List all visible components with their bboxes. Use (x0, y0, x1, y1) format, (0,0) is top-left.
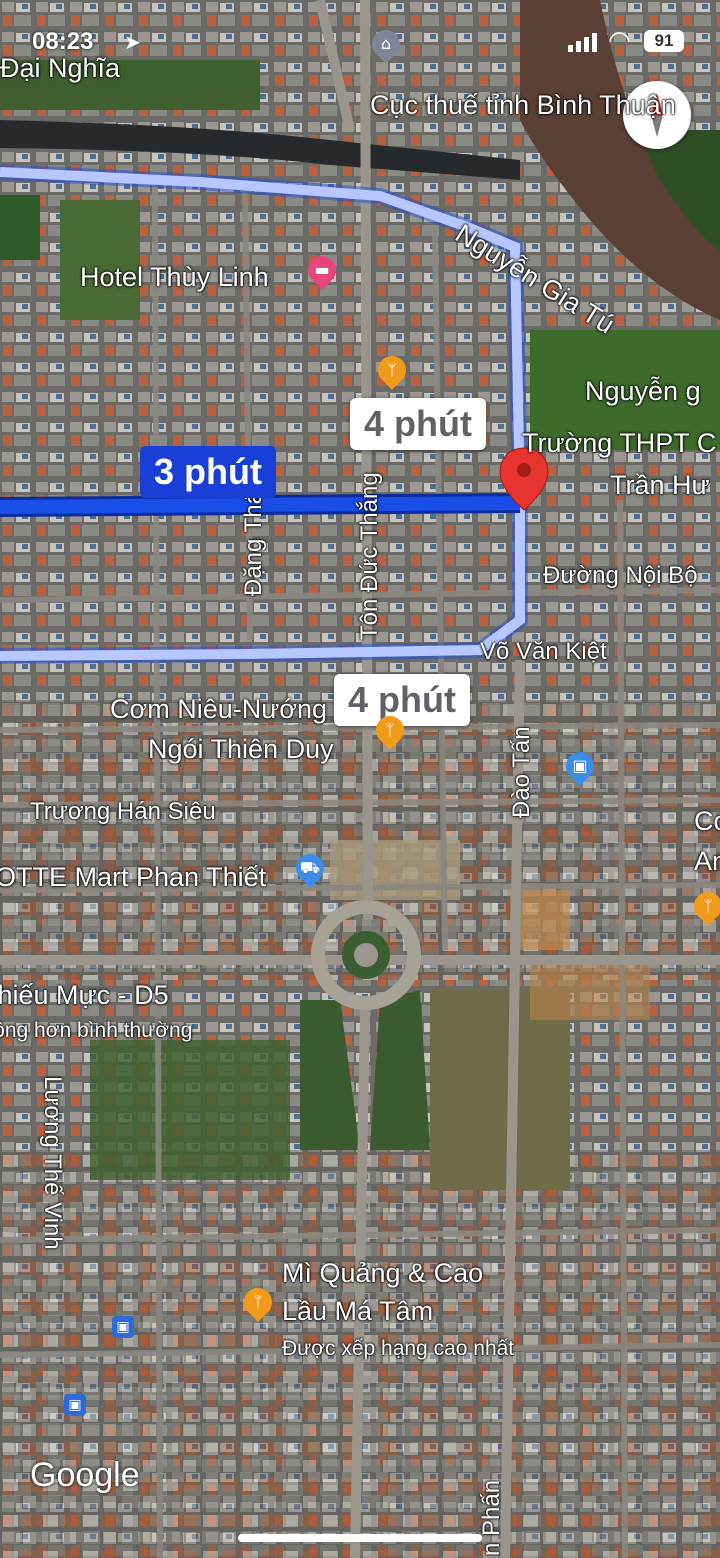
label-truong-thpt[interactable]: Trường THPT C (522, 430, 716, 457)
label-com-nieu-2[interactable]: Ngói Thiên Duy (148, 736, 334, 763)
shopping-poi-icon[interactable]: ▣ (560, 746, 600, 786)
label-ton-duc-thang: Tôn Đức Thắng (356, 472, 383, 640)
label-lotte-mart[interactable]: LOTTE Mart Phan Thiết (0, 864, 266, 891)
label-c-an-2[interactable]: An (694, 848, 720, 875)
label-mi-quang-sub: Được xếp hạng cao nhất (282, 1337, 515, 1360)
label-duong-noi-bo: Đường Nội Bộ (543, 562, 698, 589)
label-vo-van-kiet: Võ Văn Kiệt (480, 638, 607, 665)
label-mi-quang-1[interactable]: Mì Quảng & Cao (282, 1260, 483, 1287)
label-hotel-thuy-linh[interactable]: Hotel Thùy Linh (80, 264, 269, 291)
battery-icon: 91 (644, 30, 684, 52)
restaurant-poi-icon[interactable]: ᛘ (370, 710, 410, 750)
label-tran-hu: Trần Hư (610, 470, 710, 500)
label-luong-the-vinh: Lương Thế Vinh (39, 1076, 66, 1250)
label-chieu-muc[interactable]: Chiếu Mực - D5 (0, 982, 169, 1009)
signal-icon (568, 32, 597, 52)
bus-stop-icon[interactable]: ▣ (64, 1394, 86, 1416)
label-truong-han-sieu: Trương Hán Siêu (30, 798, 216, 825)
government-poi-icon[interactable]: ⌂ (366, 24, 406, 64)
label-chieu-muc-sub: Đông hơn bình thường (0, 1019, 193, 1042)
restaurant-poi-icon[interactable]: ᛘ (238, 1282, 278, 1322)
location-arrow-icon: ➤ (124, 30, 141, 54)
label-c-an-1[interactable]: Cơ (694, 808, 720, 835)
restaurant-poi-icon[interactable]: ᛘ (372, 350, 412, 390)
home-indicator[interactable] (238, 1534, 482, 1542)
label-cuc-thue[interactable]: Cục thuế tỉnh Bình Thuận (370, 92, 676, 119)
google-logo: Google (30, 1456, 140, 1494)
label-dang-thai: Đặng Thái (240, 485, 267, 596)
status-time: 08:23 (32, 28, 94, 55)
wifi-icon: ◠ (608, 26, 631, 56)
hotel-poi-icon[interactable]: ▬ (302, 250, 342, 290)
label-com-nieu-1[interactable]: Cơm Niêu-Nướng (110, 696, 327, 723)
route-time-alt-top[interactable]: 4 phút (350, 398, 486, 450)
label-phan: n Phấn (478, 1479, 505, 1556)
route-time-main[interactable]: 3 phút (140, 446, 276, 498)
label-nguyen-g[interactable]: Nguyễn g (585, 378, 701, 405)
label-dai-nghia: Đại Nghĩa (0, 53, 121, 83)
bus-stop-icon[interactable]: ▣ (112, 1316, 134, 1338)
shopping-cart-poi-icon[interactable]: ⛟ (290, 848, 330, 888)
label-mi-quang-2[interactable]: Lầu Má Tâm (282, 1298, 433, 1325)
label-dao-tan: Đào Tấn (508, 726, 535, 818)
